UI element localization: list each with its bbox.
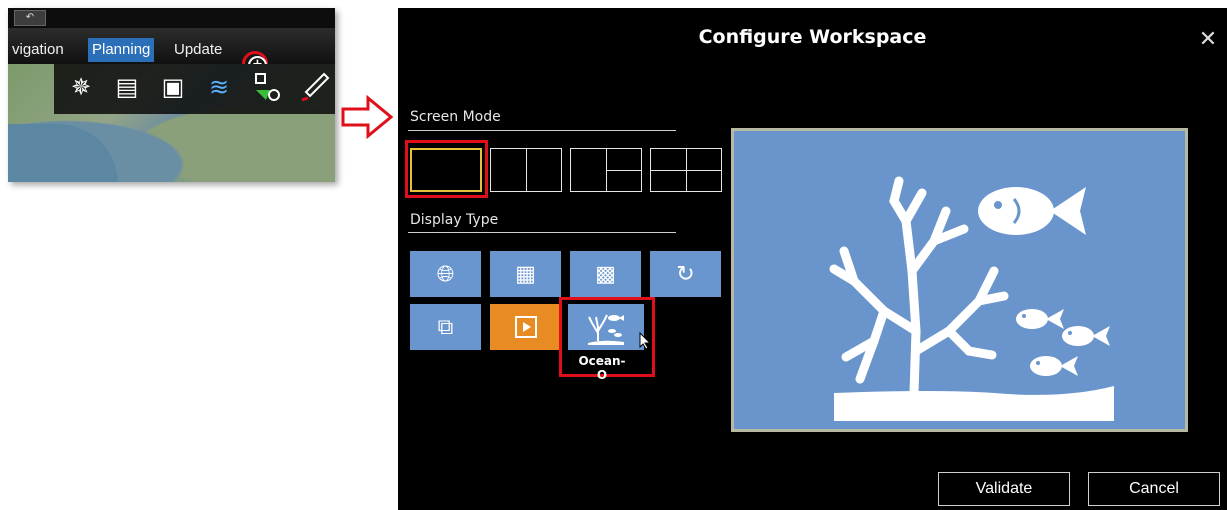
display-type-nav-chart[interactable]: ⧉ <box>410 304 481 350</box>
compass-icon[interactable]: ✵ <box>64 70 98 104</box>
display-type-chart[interactable]: ▩ <box>570 251 641 297</box>
display-type-label: Display Type <box>410 212 499 228</box>
display-type-video[interactable] <box>490 304 561 350</box>
mouse-cursor-icon <box>639 332 651 350</box>
tab-navigation[interactable]: vigation <box>8 38 68 62</box>
water-area <box>8 124 118 182</box>
tool-strip: ✵ ▤ ▣ ≋ <box>54 64 335 114</box>
tab-update[interactable]: Update <box>170 38 226 62</box>
display-type-refresh[interactable]: ↻ <box>650 251 721 297</box>
app-toolbar-thumbnail: ↶ vigation Planning Update + ✵ ▤ ▣ ≋ <box>8 8 335 182</box>
tab-bar: vigation Planning Update + <box>8 28 335 77</box>
back-button[interactable]: ↶ <box>14 10 46 26</box>
configure-workspace-dialog: Configure Workspace ✕ Screen Mode Displa… <box>398 8 1227 510</box>
screen-mode-two-vertical[interactable] <box>490 148 562 192</box>
route-icon[interactable] <box>250 70 284 104</box>
3d-map-icon: ▦ <box>515 261 536 287</box>
video-play-icon <box>490 304 561 350</box>
screen-mode-four-grid[interactable] <box>650 148 722 192</box>
display-type-3d-map[interactable]: ▦ <box>490 251 561 297</box>
screen-mode-label: Screen Mode <box>410 109 501 125</box>
refresh-icon: ↻ <box>676 261 695 287</box>
ocean-o-icon <box>568 304 644 350</box>
sonar-icon[interactable]: ≋ <box>202 70 236 104</box>
screen-mode-single[interactable] <box>410 148 482 192</box>
chart-grid-icon: ▩ <box>595 261 616 287</box>
dialog-title: Configure Workspace <box>698 26 927 48</box>
display-type-ocean-o[interactable] <box>568 304 644 350</box>
cancel-button[interactable]: Cancel <box>1088 472 1220 506</box>
ocean-o-label: Ocean-O <box>578 354 626 382</box>
chart-icon[interactable]: ▣ <box>156 70 190 104</box>
close-icon[interactable]: ✕ <box>1198 29 1218 51</box>
coral-and-fish-icon <box>829 176 1114 421</box>
display-preview <box>731 128 1188 432</box>
screen-mode-divider <box>408 130 676 131</box>
layers-icon[interactable]: ▤ <box>110 70 144 104</box>
tab-planning[interactable]: Planning <box>88 38 155 62</box>
screen-mode-three-split[interactable] <box>570 148 642 192</box>
top-bar: ↶ <box>8 8 335 28</box>
display-type-globe[interactable]: 🌐︎ <box>410 251 481 297</box>
display-type-divider <box>408 232 676 233</box>
globe-icon: 🌐︎ <box>436 261 455 287</box>
pen-icon[interactable] <box>298 70 332 104</box>
validate-button[interactable]: Validate <box>938 472 1070 506</box>
pointer-arrow-icon <box>341 95 394 139</box>
nav-chart-icon: ⧉ <box>437 314 454 340</box>
